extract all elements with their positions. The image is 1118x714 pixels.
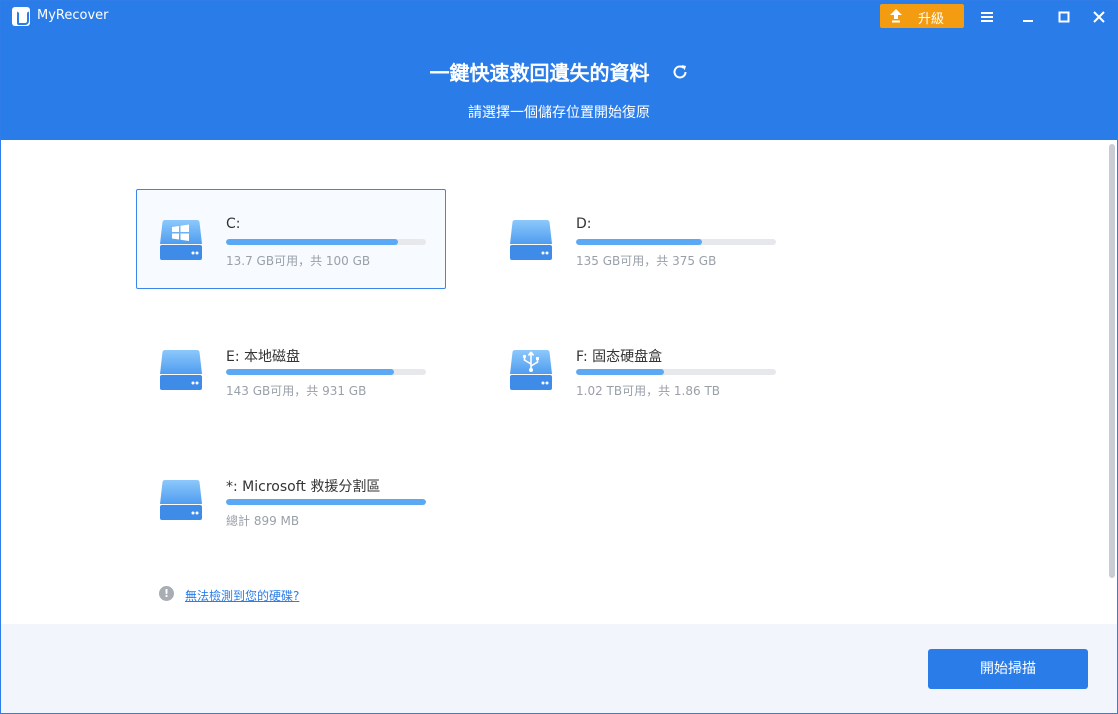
drive-name: F: 固态硬盘盒	[576, 349, 663, 365]
drive-capacity: 135 GB可用，共 375 GB	[576, 254, 717, 268]
app-name: MyRecover	[37, 8, 109, 23]
drive-icon	[160, 350, 202, 390]
drive-icon	[160, 480, 202, 520]
drive-name: C:	[226, 216, 241, 232]
title-row: 一鍵快速救回遺失的資料	[1, 57, 1117, 86]
close-button[interactable]	[1087, 5, 1111, 29]
maximize-button[interactable]	[1052, 5, 1076, 29]
info-icon	[159, 586, 174, 601]
drive-icon	[510, 220, 552, 260]
drive-usage-bar	[226, 369, 426, 375]
minimize-button[interactable]	[1016, 5, 1040, 29]
drive-usage-bar	[576, 369, 776, 375]
titlebar: MyRecover 升級	[1, 1, 1117, 33]
drive-card-e[interactable]: E: 本地磁盘 143 GB可用，共 931 GB	[136, 319, 446, 419]
drive-usage-bar	[576, 239, 776, 245]
drive-usage-bar	[226, 239, 426, 245]
scrollbar[interactable]	[1109, 144, 1115, 578]
page-subtitle: 請選擇一個儲存位置開始復原	[468, 105, 650, 121]
drive-capacity: 13.7 GB可用，共 100 GB	[226, 254, 371, 268]
upload-arrow-icon	[890, 9, 902, 23]
footer: 開始掃描	[1, 624, 1117, 713]
refresh-icon[interactable]	[671, 63, 689, 81]
usb-drive-icon	[510, 350, 552, 390]
header: MyRecover 升級 一鍵快速救回遺失的資料 請選擇一個儲存位置開始復原	[1, 1, 1117, 140]
drive-card-c[interactable]: C: 13.7 GB可用，共 100 GB	[136, 189, 446, 289]
minimize-icon	[1023, 20, 1033, 22]
drive-card-f[interactable]: F: 固态硬盘盒 1.02 TB可用，共 1.86 TB	[486, 319, 796, 419]
drive-name: D:	[576, 216, 592, 232]
maximize-icon	[1058, 11, 1070, 23]
menu-button[interactable]	[975, 5, 999, 29]
drive-card-d[interactable]: D: 135 GB可用，共 375 GB	[486, 189, 796, 289]
start-scan-button[interactable]: 開始掃描	[928, 649, 1088, 689]
upgrade-button[interactable]: 升級	[880, 4, 964, 28]
close-icon	[1093, 11, 1105, 23]
hamburger-menu-icon	[981, 12, 993, 22]
drive-card-recovery[interactable]: *: Microsoft 救援分割區 總計 899 MB	[136, 449, 446, 549]
drive-name: E: 本地磁盘	[226, 349, 301, 365]
drive-name: *: Microsoft 救援分割區	[226, 479, 381, 495]
app-window: MyRecover 升級 一鍵快速救回遺失的資料 請選擇一個儲存位置開始復原 C…	[0, 0, 1118, 714]
cannot-detect-drive-link[interactable]: 無法檢測到您的硬碟?	[185, 587, 299, 604]
drive-capacity: 1.02 TB可用，共 1.86 TB	[576, 384, 721, 398]
drive-capacity: 總計 899 MB	[226, 514, 300, 528]
page-title: 一鍵快速救回遺失的資料	[429, 61, 650, 85]
windows-drive-icon	[160, 220, 202, 260]
drive-capacity: 143 GB可用，共 931 GB	[226, 384, 367, 398]
drive-usage-bar	[226, 499, 426, 505]
app-logo-icon	[12, 7, 30, 26]
upgrade-label: 升級	[918, 12, 945, 27]
